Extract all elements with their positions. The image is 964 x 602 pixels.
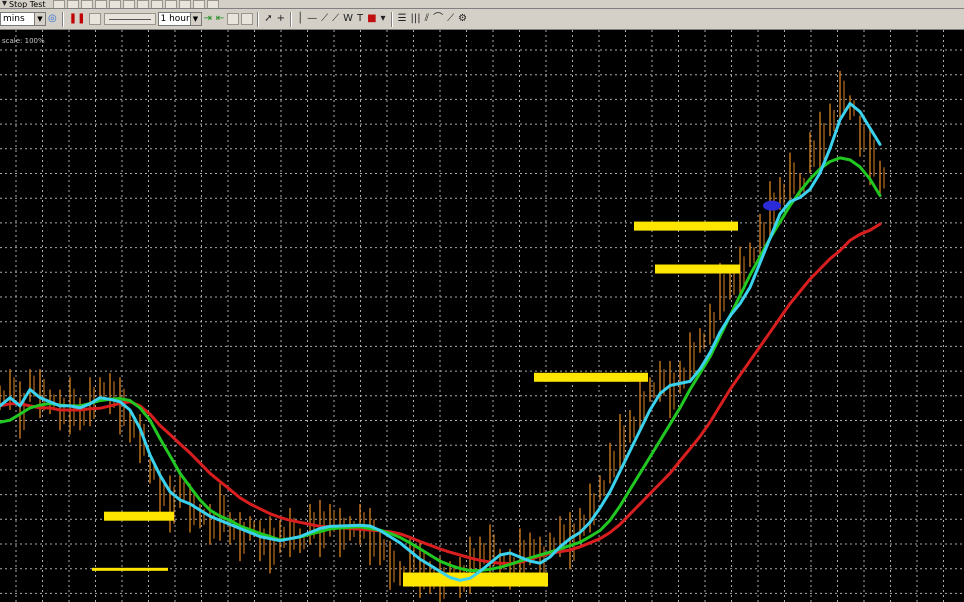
settings-icon[interactable]: ⚙ bbox=[458, 13, 467, 25]
chart-candle-icon[interactable] bbox=[178, 0, 191, 8]
chevron-down-icon[interactable]: ▾ bbox=[381, 13, 386, 25]
speed-slider[interactable] bbox=[103, 13, 156, 25]
zoom-in-icon[interactable] bbox=[136, 0, 149, 8]
toolbar-separator bbox=[257, 11, 260, 27]
grid-toggle-icon[interactable] bbox=[206, 0, 219, 8]
period-select-value: 1 hour bbox=[160, 14, 190, 24]
annotation-bar bbox=[104, 511, 174, 521]
cursor-icon[interactable]: ➚ bbox=[264, 13, 272, 25]
stop-test-label[interactable]: Stop Test bbox=[9, 0, 45, 8]
gauge-icon[interactable]: ◎ bbox=[48, 13, 57, 25]
ray-icon[interactable]: ⟋ bbox=[332, 13, 339, 25]
step-icon[interactable] bbox=[88, 13, 101, 25]
scale-label: scale: 100% bbox=[2, 37, 45, 45]
toolbar-separator bbox=[390, 11, 393, 27]
minus-icon[interactable] bbox=[241, 13, 254, 25]
toolbar-separator bbox=[290, 11, 293, 27]
annotation-bar bbox=[655, 264, 740, 274]
top-toolbar: ▾ Stop Test bbox=[0, 0, 964, 9]
chevron-down-icon[interactable]: ▼ bbox=[34, 13, 45, 25]
symbol-select-value: mins bbox=[3, 14, 25, 24]
text-icon[interactable]: T bbox=[357, 13, 363, 25]
save-icon[interactable] bbox=[80, 0, 93, 8]
annotation-bar bbox=[634, 221, 738, 231]
print-icon[interactable] bbox=[94, 0, 107, 8]
open-icon[interactable] bbox=[66, 0, 79, 8]
new-order-icon[interactable] bbox=[122, 0, 135, 8]
pause-icon[interactable]: ❚❚ bbox=[69, 13, 86, 25]
symbol-select[interactable]: mins ▼ bbox=[0, 12, 46, 26]
price-chart[interactable] bbox=[0, 30, 964, 602]
chart-area[interactable] bbox=[0, 30, 964, 602]
plus-icon[interactable] bbox=[227, 13, 240, 25]
vertical-line-icon[interactable]: │ bbox=[297, 13, 303, 25]
fibo-lines-icon[interactable]: ||| bbox=[411, 13, 421, 25]
annotation-bar bbox=[534, 372, 648, 382]
trendline-icon[interactable]: ⟋ bbox=[321, 13, 328, 25]
arrow-down-icon[interactable]: ▾ bbox=[2, 0, 7, 8]
properties-icon[interactable] bbox=[108, 0, 121, 8]
channel-icon[interactable]: ☰ bbox=[398, 13, 407, 25]
back-icon[interactable]: ⇤ bbox=[216, 13, 224, 25]
chart-line-icon[interactable] bbox=[192, 0, 205, 8]
period-select[interactable]: 1 hour ▼ bbox=[157, 12, 202, 26]
pitchfork-icon[interactable]: W bbox=[343, 13, 353, 25]
highlight-marker bbox=[763, 200, 781, 211]
annotation-bar bbox=[92, 567, 168, 571]
chart-bar-icon[interactable] bbox=[164, 0, 177, 8]
main-toolbar: mins ▼ ◎ ❚❚ 1 hour ▼ ⇥ ⇤ ➚ + │ — ⟋ ⟋ W T… bbox=[0, 9, 964, 30]
toolbar-separator bbox=[61, 11, 64, 27]
horizontal-line-icon[interactable]: — bbox=[307, 13, 317, 25]
fibo-arcs-icon[interactable]: ⌒ bbox=[433, 13, 443, 25]
crosshair-icon[interactable]: + bbox=[277, 13, 285, 25]
zoom-out-icon[interactable] bbox=[150, 0, 163, 8]
gann-icon[interactable]: ⟋ bbox=[447, 13, 454, 25]
fibo-fan-icon[interactable]: ⫽ bbox=[425, 13, 429, 25]
skip-icon[interactable]: ⇥ bbox=[204, 13, 212, 25]
chevron-down-icon[interactable]: ▼ bbox=[189, 13, 201, 25]
new-chart-icon[interactable] bbox=[52, 0, 65, 8]
shapes-icon[interactable]: ■ bbox=[367, 13, 376, 25]
